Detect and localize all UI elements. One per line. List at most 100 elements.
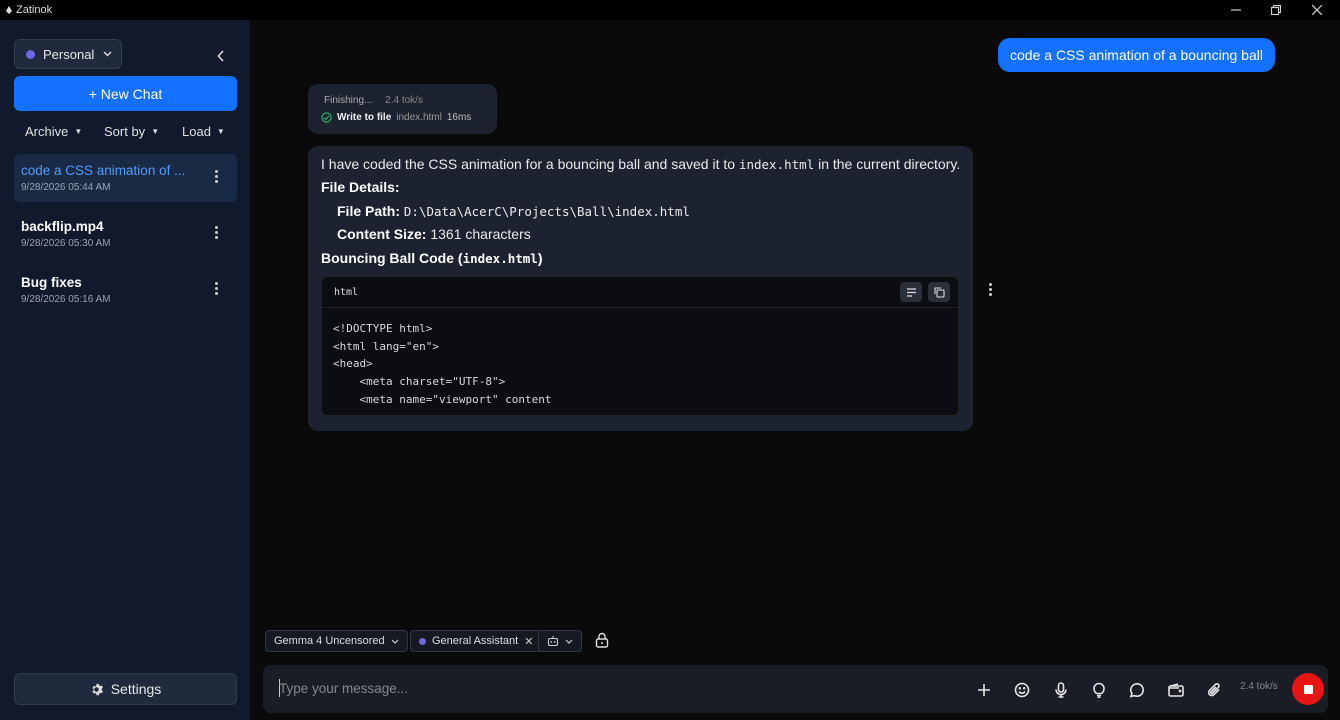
tool-duration: 16ms <box>446 112 472 123</box>
tool-name: Write to file <box>337 112 392 123</box>
robot-icon <box>547 636 559 646</box>
speech-bubble-icon <box>1129 682 1144 698</box>
persona-label: General Assistant <box>432 635 519 647</box>
status-state: Finishing... <box>324 95 373 106</box>
minimize-icon <box>1231 9 1241 11</box>
code-heading: Bouncing Ball Code (index.html) <box>321 250 543 266</box>
sidebar: Personal + New Chat Archive ▼ Sort by ▼ … <box>0 20 250 720</box>
chat-title: code a CSS animation of ... <box>21 163 186 178</box>
chat-list-item[interactable]: Bug fixes 9/28/2026 05:16 AM <box>14 266 237 314</box>
chat-list-item[interactable]: backflip.mp4 9/28/2026 05:30 AM <box>14 210 237 258</box>
message-input[interactable]: Type your message... <box>279 681 408 696</box>
persona-chip[interactable]: General Assistant ✕ <box>410 630 543 652</box>
chat-date: 9/28/2026 05:44 AM <box>21 182 111 193</box>
file-path-row: File Path: D:\Data\AcerC\Projects\Ball\i… <box>337 203 690 219</box>
profile-selector[interactable]: Personal <box>14 39 122 69</box>
chevron-down-icon <box>565 639 573 644</box>
model-label: Gemma 4 Uncensored <box>274 635 385 647</box>
new-chat-button[interactable]: + New Chat <box>14 76 237 111</box>
file-path-value: D:\Data\AcerC\Projects\Ball\index.html <box>403 204 690 219</box>
archive-label: Archive <box>25 124 69 139</box>
file-path-label: File Path: <box>337 203 401 219</box>
stop-icon <box>1303 684 1313 694</box>
tools-selector[interactable] <box>538 630 582 652</box>
user-message: code a CSS animation of a bouncing ball <box>998 38 1275 72</box>
check-circle-icon <box>321 112 332 123</box>
copy-icon <box>933 286 945 298</box>
voice-input-button[interactable] <box>1050 679 1072 701</box>
code-heading-text: Bouncing Ball Code ( <box>321 250 463 266</box>
chat-list-item[interactable]: code a CSS animation of ... 9/28/2026 05… <box>14 154 237 202</box>
lightbulb-icon <box>1093 682 1105 698</box>
title-bar: Zatinok <box>0 0 1340 20</box>
model-selector[interactable]: Gemma 4 Uncensored <box>265 630 408 652</box>
chat-options-icon[interactable] <box>215 226 219 239</box>
tool-file: index.html <box>396 112 442 123</box>
remove-persona-icon[interactable]: ✕ <box>524 635 533 648</box>
message-input-bar[interactable]: Type your message... 2.4 tok/s <box>263 665 1328 713</box>
wallet-button[interactable] <box>1165 679 1187 701</box>
app-title-text: Zatinok <box>16 4 53 16</box>
lock-toggle[interactable] <box>595 632 609 653</box>
token-rate: 2.4 tok/s <box>1240 681 1278 692</box>
chat-options-icon[interactable] <box>215 282 219 295</box>
plus-icon <box>978 684 990 696</box>
restore-icon <box>1271 5 1281 15</box>
unlock-icon <box>595 632 609 648</box>
persona-dot-icon <box>419 637 426 645</box>
wrap-lines-button[interactable] <box>900 282 922 302</box>
code-line: <meta charset="UTF-8"> <box>333 375 506 389</box>
settings-label: Settings <box>110 681 162 697</box>
assistant-message: I have coded the CSS animation for a bou… <box>308 146 973 431</box>
chat-options-icon[interactable] <box>215 170 219 183</box>
sort-label: Sort by <box>104 124 146 139</box>
emoji-button[interactable] <box>1011 679 1033 701</box>
caret-down-icon: ▼ <box>216 127 225 136</box>
add-attachment-button[interactable] <box>973 679 995 701</box>
ideas-button[interactable] <box>1088 679 1110 701</box>
chat-date: 9/28/2026 05:30 AM <box>21 238 111 249</box>
collapse-sidebar-button[interactable] <box>212 47 230 65</box>
details-heading-text: File Details: <box>321 179 400 195</box>
message-options-icon[interactable] <box>989 283 992 296</box>
archive-dropdown[interactable]: Archive ▼ <box>25 124 82 139</box>
sort-dropdown[interactable]: Sort by ▼ <box>104 124 159 139</box>
tool-call: Write to file index.html 16ms <box>321 112 471 123</box>
restore-button[interactable] <box>1256 0 1296 20</box>
chat-filters: Archive ▼ Sort by ▼ Load ▼ <box>25 124 235 140</box>
attach-file-button[interactable] <box>1203 679 1225 701</box>
copy-code-button[interactable] <box>928 282 950 302</box>
chevron-left-icon <box>217 50 224 62</box>
smiley-icon <box>1014 682 1030 698</box>
generation-status: Finishing... 2.4 tok/s <box>324 95 423 106</box>
chat-title: backflip.mp4 <box>21 219 104 234</box>
status-rate: 2.4 tok/s <box>385 95 423 106</box>
app-title: Zatinok <box>6 4 52 16</box>
chat-date: 9/28/2026 05:16 AM <box>21 294 111 305</box>
intro-text-end: in the current directory. <box>818 156 961 172</box>
minimize-button[interactable] <box>1216 0 1256 20</box>
profile-dot-icon <box>26 49 35 59</box>
settings-button[interactable]: Settings <box>14 673 237 705</box>
intro-text: I have coded the CSS animation for a bou… <box>321 156 736 172</box>
load-dropdown[interactable]: Load ▼ <box>182 124 225 139</box>
align-left-icon <box>906 287 916 297</box>
caret-down-icon: ▼ <box>74 127 83 136</box>
code-line: <meta name="viewport" content <box>333 392 552 406</box>
close-window-button[interactable] <box>1297 0 1337 20</box>
close-icon <box>1312 5 1322 15</box>
code-content: <!DOCTYPE html> <html lang="en"> <head> <m… <box>322 308 958 409</box>
load-label: Load <box>182 124 211 139</box>
code-line: <html lang="en"> <box>333 339 439 353</box>
app-logo-icon <box>6 6 12 14</box>
code-line: <head> <box>333 357 373 371</box>
code-block: html <!DOCTYPE html> <html lang="en"> <hea… <box>321 276 959 416</box>
chat-mode-button[interactable] <box>1126 679 1148 701</box>
gear-icon <box>92 683 103 695</box>
stop-generation-button[interactable] <box>1292 673 1324 705</box>
details-heading: File Details: <box>321 179 400 195</box>
content-size-row: Content Size: 1361 characters <box>337 226 531 242</box>
wallet-icon <box>1168 683 1184 697</box>
code-language: html <box>334 287 359 298</box>
chat-title: Bug fixes <box>21 275 82 290</box>
